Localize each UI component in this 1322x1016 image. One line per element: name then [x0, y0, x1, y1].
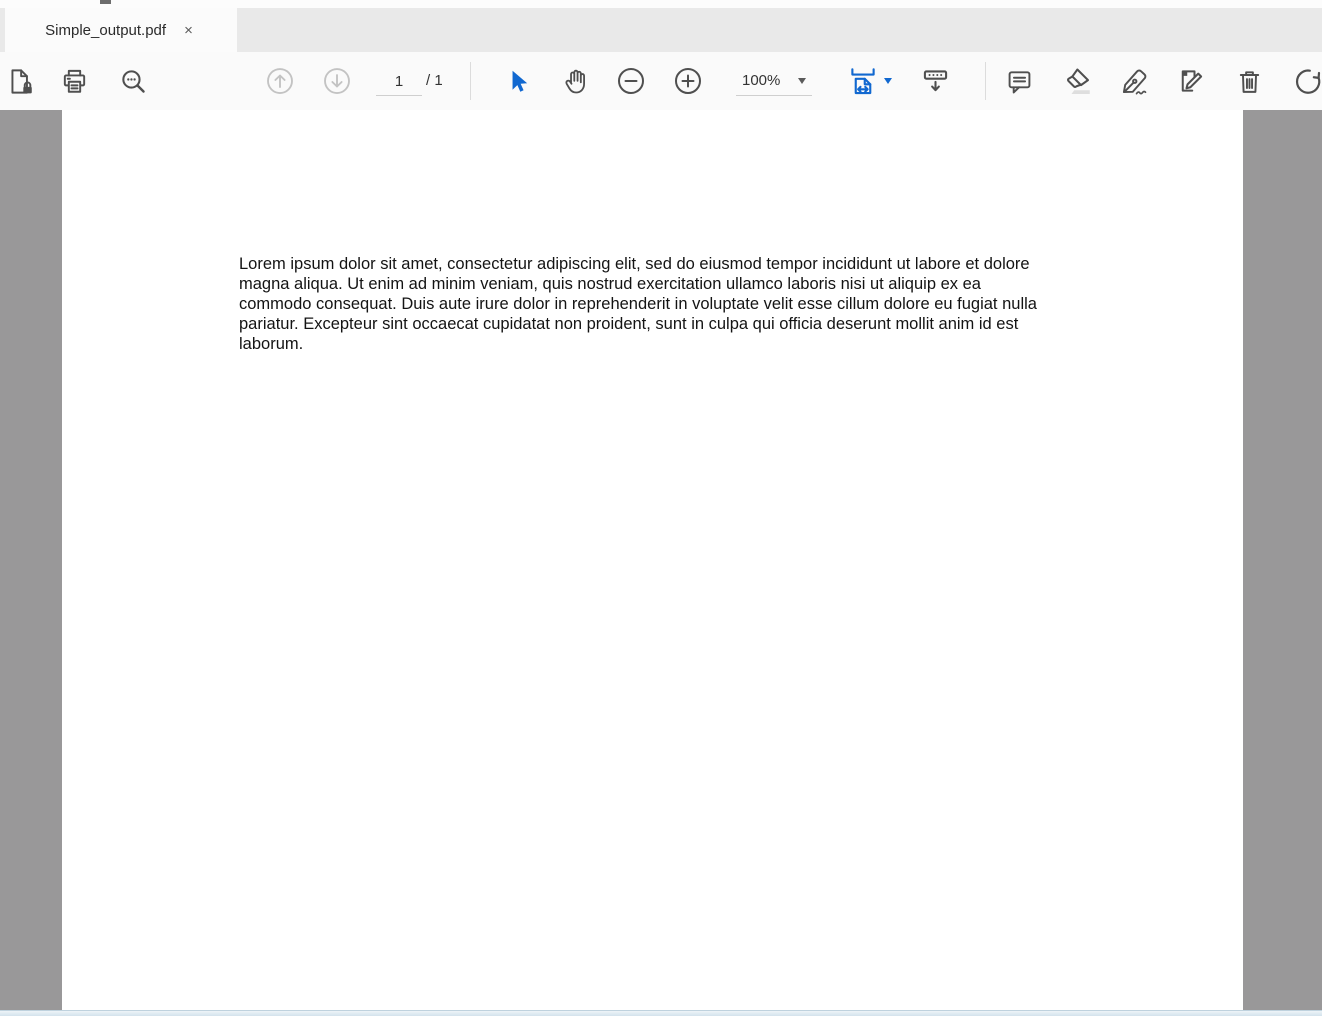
cursor-arrow-icon — [504, 68, 531, 95]
hand-icon — [561, 67, 590, 96]
highlight-button[interactable] — [1057, 61, 1097, 101]
pdf-page[interactable]: Lorem ipsum dolor sit amet, consectetur … — [62, 110, 1243, 1010]
close-icon[interactable]: × — [180, 21, 197, 40]
fill-sign-button[interactable] — [1114, 61, 1154, 101]
titlebar-cutoff-mark — [100, 0, 111, 4]
tab-bar: Simple_output.pdf × — [0, 8, 1322, 53]
search-icon — [119, 67, 148, 96]
zoom-underline — [736, 95, 812, 97]
collapse-toolbar-button[interactable] — [915, 61, 955, 101]
minus-circle-icon — [616, 66, 646, 96]
next-page-button[interactable] — [317, 61, 357, 101]
printer-icon — [60, 67, 89, 96]
zoom-level-select[interactable]: 100% — [734, 52, 814, 110]
main-toolbar: / 1 — [0, 52, 1322, 111]
zoom-level-value: 100% — [742, 52, 780, 110]
edit-page-icon — [1175, 66, 1205, 96]
trash-icon — [1235, 67, 1264, 96]
rotate-button[interactable] — [1287, 61, 1322, 101]
pdf-viewer-window: Simple_output.pdf × — [0, 0, 1322, 1016]
zoom-out-button[interactable] — [611, 61, 651, 101]
page-number-input[interactable] — [376, 68, 422, 96]
save-button[interactable] — [1, 61, 41, 101]
plus-circle-icon — [673, 66, 703, 96]
rotate-clockwise-icon — [1292, 66, 1322, 97]
titlebar-remnant — [0, 0, 1322, 8]
zoom-in-button[interactable] — [668, 61, 708, 101]
document-tab[interactable]: Simple_output.pdf × — [5, 8, 237, 53]
hand-tool-button[interactable] — [555, 61, 595, 101]
page-total-label: / 1 — [426, 52, 443, 110]
print-button[interactable] — [54, 61, 94, 101]
select-tool-button[interactable] — [497, 61, 537, 101]
pdf-paragraph: Lorem ipsum dolor sit amet, consectetur … — [239, 254, 1054, 354]
fit-width-button[interactable] — [846, 61, 894, 101]
toolbar-collapse-icon — [920, 66, 951, 97]
chevron-down-icon — [798, 78, 806, 84]
document-canvas[interactable]: Lorem ipsum dolor sit amet, consectetur … — [0, 110, 1322, 1010]
speech-bubble-icon — [1005, 67, 1034, 96]
toolbar-divider — [985, 62, 986, 100]
comment-button[interactable] — [999, 61, 1039, 101]
arrow-up-circle-icon — [265, 66, 295, 96]
previous-page-button[interactable] — [260, 61, 300, 101]
toolbar-divider — [470, 62, 471, 100]
arrow-down-circle-icon — [322, 66, 352, 96]
edit-pdf-button[interactable] — [1170, 61, 1210, 101]
window-bottom-edge — [0, 1010, 1322, 1016]
highlighter-icon — [1062, 66, 1092, 96]
fountain-pen-icon — [1119, 66, 1150, 97]
search-button[interactable] — [113, 61, 153, 101]
file-lock-icon — [7, 67, 36, 96]
tab-title: Simple_output.pdf — [45, 22, 166, 39]
delete-button[interactable] — [1229, 61, 1269, 101]
chevron-down-icon — [884, 78, 892, 84]
